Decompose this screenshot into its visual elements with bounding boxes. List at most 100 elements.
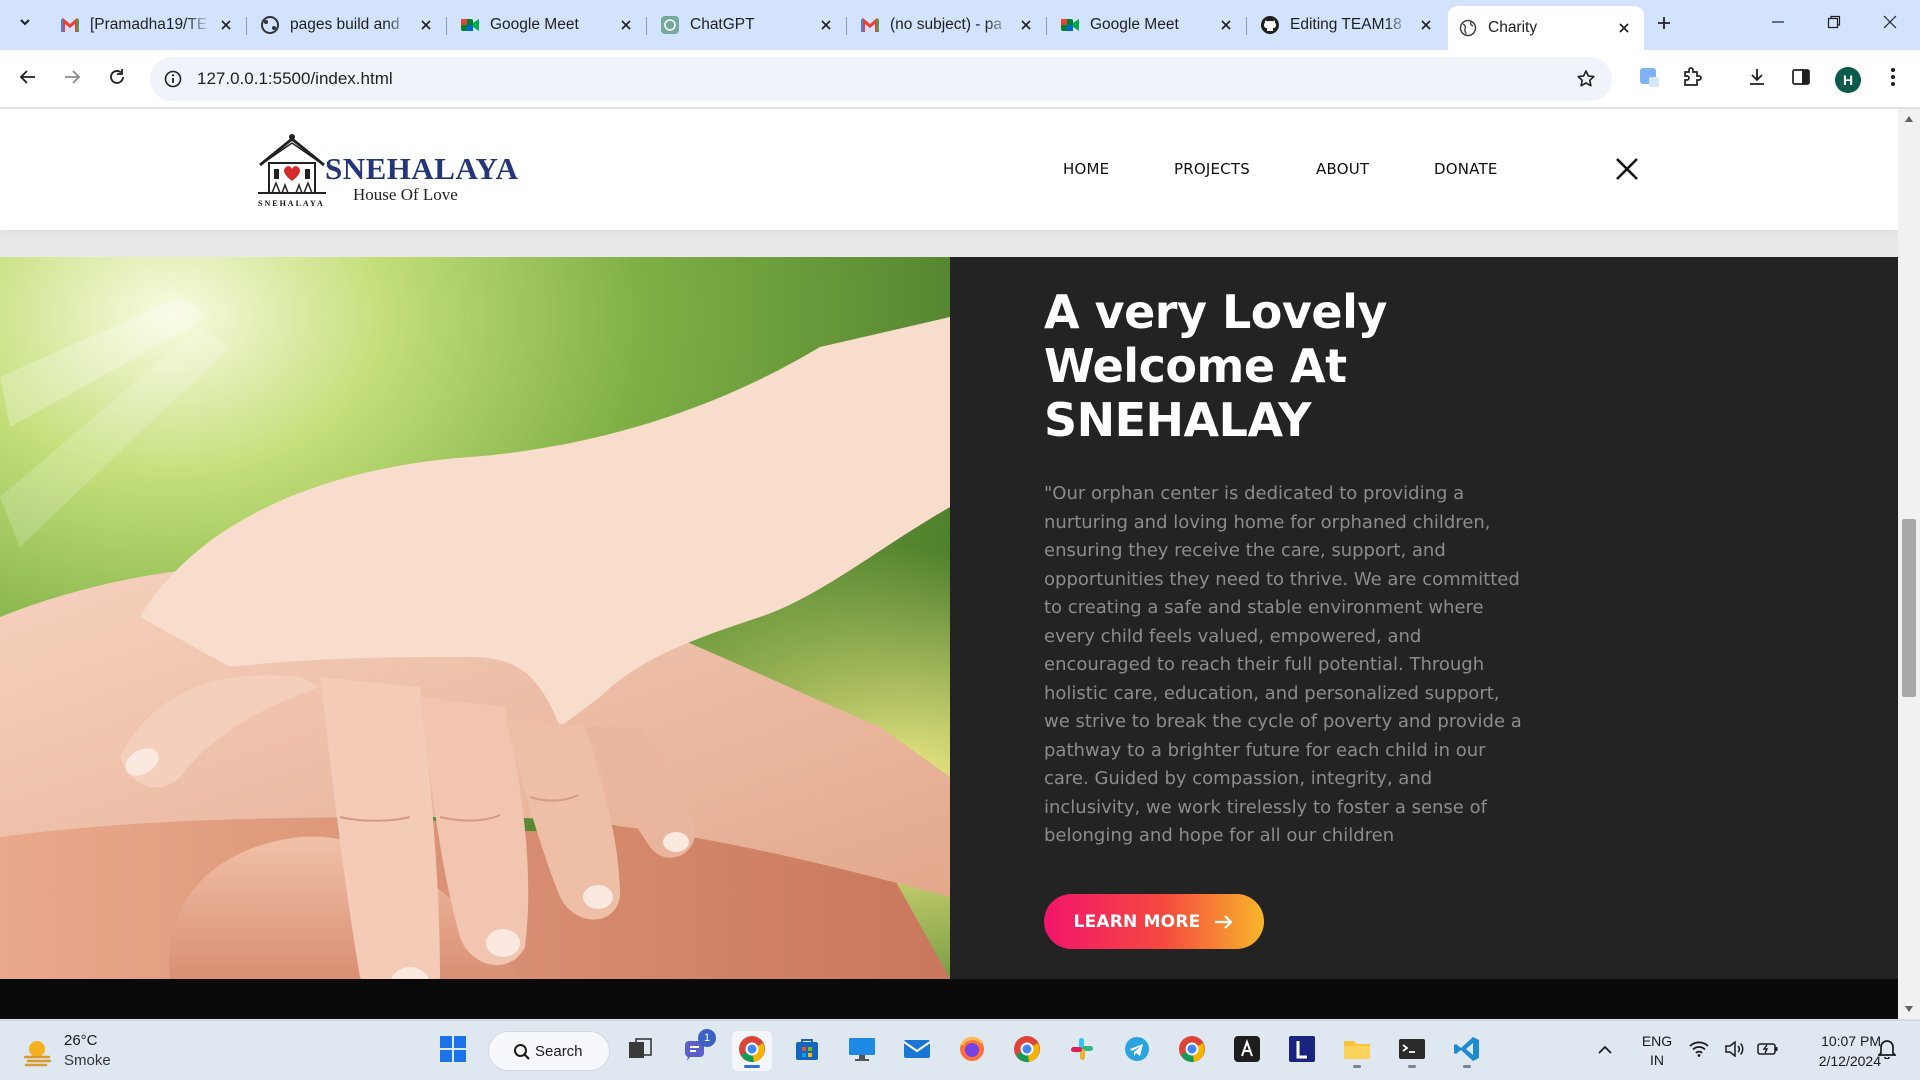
restore-button[interactable]: [1806, 0, 1862, 48]
store-bag-icon: [794, 1036, 820, 1067]
tab-title: Google Meet: [490, 16, 579, 33]
battery-status[interactable]: [1753, 1031, 1783, 1071]
logo-brand-name: SNEHALAYA: [325, 151, 519, 186]
url-text[interactable]: 127.0.0.1:5500/index.html: [197, 69, 393, 89]
wifi-status[interactable]: [1684, 1031, 1714, 1071]
welcome-panel: A very Lovely Welcome At SNEHALAY "Our o…: [950, 257, 1898, 979]
extension-button[interactable]: [1633, 63, 1665, 95]
volume-status[interactable]: [1720, 1031, 1750, 1071]
monitor-icon: [848, 1036, 876, 1067]
browser-tab[interactable]: pages build and: [250, 8, 447, 42]
site-header: SNEHALAYA House Of Love SNEHALAYA HOME P…: [0, 109, 1898, 230]
speaker-icon: [1725, 1039, 1745, 1062]
close-tab-icon[interactable]: [1416, 15, 1436, 35]
slack-app[interactable]: [1062, 1031, 1102, 1071]
fire-dark-icon: [1233, 1035, 1261, 1068]
browser-tab[interactable]: Google Meet: [450, 8, 647, 42]
tab-search-button[interactable]: [10, 9, 40, 39]
browser-tab[interactable]: Editing TEAM18: [1250, 8, 1446, 42]
mail-app[interactable]: [897, 1031, 937, 1071]
github-actions-icon: [260, 15, 280, 35]
browser-tab[interactable]: (no subject) - pa: [850, 8, 1047, 42]
browser-tab[interactable]: ChatGPT: [650, 8, 847, 42]
chrome-profile-app[interactable]: [1172, 1031, 1212, 1071]
new-tab-button[interactable]: [1651, 12, 1677, 38]
arrow-right-icon: [1214, 914, 1234, 930]
reload-icon: [108, 68, 126, 91]
learn-more-button[interactable]: LEARN MORE: [1044, 894, 1264, 949]
browser-toolbar: 127.0.0.1:5500/index.html: [0, 50, 1920, 108]
close-tab-icon[interactable]: [216, 15, 236, 35]
task-view-button[interactable]: [620, 1031, 660, 1071]
close-tab-icon[interactable]: [1016, 15, 1036, 35]
taskbar-search[interactable]: Search: [488, 1031, 610, 1071]
profile-avatar[interactable]: H: [1835, 67, 1861, 93]
close-tab-icon[interactable]: [616, 15, 636, 35]
extensions-button[interactable]: [1676, 63, 1708, 95]
forward-button[interactable]: [56, 63, 88, 95]
teams-app[interactable]: 1: [676, 1029, 716, 1071]
terminal-app[interactable]: [1392, 1031, 1432, 1071]
tab-title: [Pramadha19/TE: [90, 16, 208, 33]
back-button[interactable]: [12, 63, 44, 95]
close-menu-icon[interactable]: [1613, 155, 1641, 183]
windows-taskbar: 26°C Smoke Search 1 ENG IN 10:07 PM 2/12…: [0, 1020, 1920, 1080]
chrome-icon: [1177, 1034, 1207, 1069]
close-tab-icon[interactable]: [1614, 18, 1634, 38]
close-icon: [1883, 15, 1897, 34]
downloads-button[interactable]: [1741, 63, 1773, 95]
close-window-button[interactable]: [1862, 0, 1918, 48]
scrollbar-thumb[interactable]: [1902, 519, 1916, 697]
page-scrollbar[interactable]: [1898, 109, 1920, 1019]
browser-tab[interactable]: Google Meet: [1050, 8, 1247, 42]
nav-donate[interactable]: DONATE: [1434, 160, 1498, 178]
site-logo[interactable]: SNEHALAYA House Of Love SNEHALAYA: [256, 131, 518, 211]
language-indicator[interactable]: ENG IN: [1640, 1032, 1674, 1070]
vscode-app[interactable]: [1447, 1031, 1487, 1071]
gmail-icon: [60, 15, 80, 35]
telegram-icon: [1123, 1035, 1151, 1068]
google-meet-icon: [1060, 15, 1080, 35]
arrow-left-icon: [19, 68, 37, 91]
reload-button[interactable]: [101, 63, 133, 95]
tab-title: pages build and: [290, 16, 400, 33]
weather-temperature: 26°C: [64, 1032, 98, 1049]
house-logo-icon: [256, 131, 328, 208]
close-tab-icon[interactable]: [1216, 15, 1236, 35]
desktop-app[interactable]: [842, 1031, 882, 1071]
site-info-icon[interactable]: [162, 68, 184, 90]
side-panel-button[interactable]: [1785, 63, 1817, 95]
bookmark-star-icon[interactable]: [1574, 67, 1598, 91]
system-clock[interactable]: 10:07 PM 2/12/2024: [1795, 1031, 1881, 1071]
weather-sun-haze-icon: [22, 1035, 56, 1074]
browser-tab-strip: [Pramadha19/TE pages build and Google Me…: [0, 0, 1920, 50]
l-app[interactable]: [1282, 1031, 1322, 1071]
file-explorer-app[interactable]: [1337, 1031, 1377, 1071]
start-button[interactable]: [433, 1031, 473, 1071]
task-view-icon: [627, 1036, 653, 1067]
minimize-button[interactable]: [1750, 0, 1806, 48]
google-meet-icon: [460, 15, 480, 35]
chrome-app[interactable]: [1007, 1031, 1047, 1071]
browser-menu-button[interactable]: [1877, 63, 1909, 95]
firefox-app[interactable]: [952, 1031, 992, 1071]
close-tab-icon[interactable]: [416, 15, 436, 35]
notifications-button[interactable]: [1872, 1031, 1902, 1071]
nav-projects[interactable]: PROJECTS: [1174, 160, 1250, 178]
dev-tool-app[interactable]: [1227, 1031, 1267, 1071]
address-bar[interactable]: 127.0.0.1:5500/index.html: [150, 57, 1612, 101]
vscode-icon: [1453, 1035, 1481, 1068]
close-tab-icon[interactable]: [816, 15, 836, 35]
browser-tab[interactable]: [Pramadha19/TE: [50, 8, 247, 42]
microsoft-store-app[interactable]: [787, 1031, 827, 1071]
show-hidden-icons-button[interactable]: [1590, 1031, 1620, 1071]
chrome-app-active[interactable]: [732, 1031, 772, 1071]
nav-home[interactable]: HOME: [1063, 160, 1109, 178]
bell-icon: [1876, 1039, 1898, 1064]
browser-tab-active[interactable]: Charity: [1448, 6, 1644, 50]
scroll-down-icon[interactable]: [1903, 1003, 1915, 1015]
weather-widget[interactable]: 26°C Smoke: [22, 1031, 142, 1075]
scroll-up-icon[interactable]: [1903, 113, 1915, 125]
telegram-app[interactable]: [1117, 1031, 1157, 1071]
nav-about[interactable]: ABOUT: [1316, 160, 1369, 178]
